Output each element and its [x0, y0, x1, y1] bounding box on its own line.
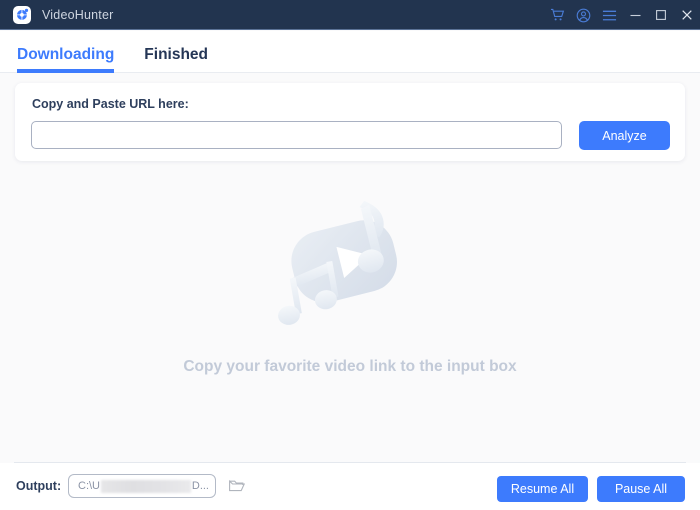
- url-input-card: Copy and Paste URL here: Analyze: [15, 83, 685, 161]
- video-music-placeholder-icon: [278, 200, 397, 325]
- cart-icon[interactable]: [544, 0, 570, 30]
- bottom-bar: Output: C:\U D...: [0, 463, 700, 510]
- tab-finished-label: Finished: [144, 46, 209, 63]
- app-title: VideoHunter: [42, 7, 114, 22]
- analyze-button[interactable]: Analyze: [579, 121, 670, 150]
- window-controls: [544, 0, 700, 30]
- menu-icon[interactable]: [596, 0, 622, 30]
- tab-downloading[interactable]: Downloading: [17, 46, 115, 73]
- output-path-prefix: C:\U: [78, 480, 100, 492]
- open-folder-icon[interactable]: [226, 475, 248, 497]
- resume-all-button[interactable]: Resume All: [497, 476, 588, 502]
- output-label: Output:: [16, 479, 62, 493]
- output-path-suffix: D...: [191, 480, 209, 492]
- account-icon[interactable]: [570, 0, 596, 30]
- tab-finished[interactable]: Finished: [144, 46, 208, 73]
- title-bar: VideoHunter: [0, 0, 700, 30]
- close-icon[interactable]: [674, 0, 700, 30]
- videohunter-logo-icon: [13, 5, 31, 24]
- empty-state: Copy your favorite video link to the inp…: [0, 180, 700, 376]
- url-input[interactable]: [31, 121, 562, 149]
- tab-bar: Downloading Finished: [0, 31, 700, 73]
- output-path-field[interactable]: C:\U D...: [68, 474, 216, 498]
- videohunter-window: VideoHunter Downloading Finished Copy an…: [0, 0, 700, 510]
- minimize-icon[interactable]: [622, 0, 648, 30]
- pause-all-button[interactable]: Pause All: [597, 476, 685, 502]
- output-path-redaction: [101, 479, 191, 493]
- empty-state-message: Copy your favorite video link to the inp…: [183, 358, 517, 375]
- tab-downloading-label: Downloading: [17, 46, 115, 63]
- url-input-label: Copy and Paste URL here:: [32, 97, 189, 111]
- maximize-icon[interactable]: [648, 0, 674, 30]
